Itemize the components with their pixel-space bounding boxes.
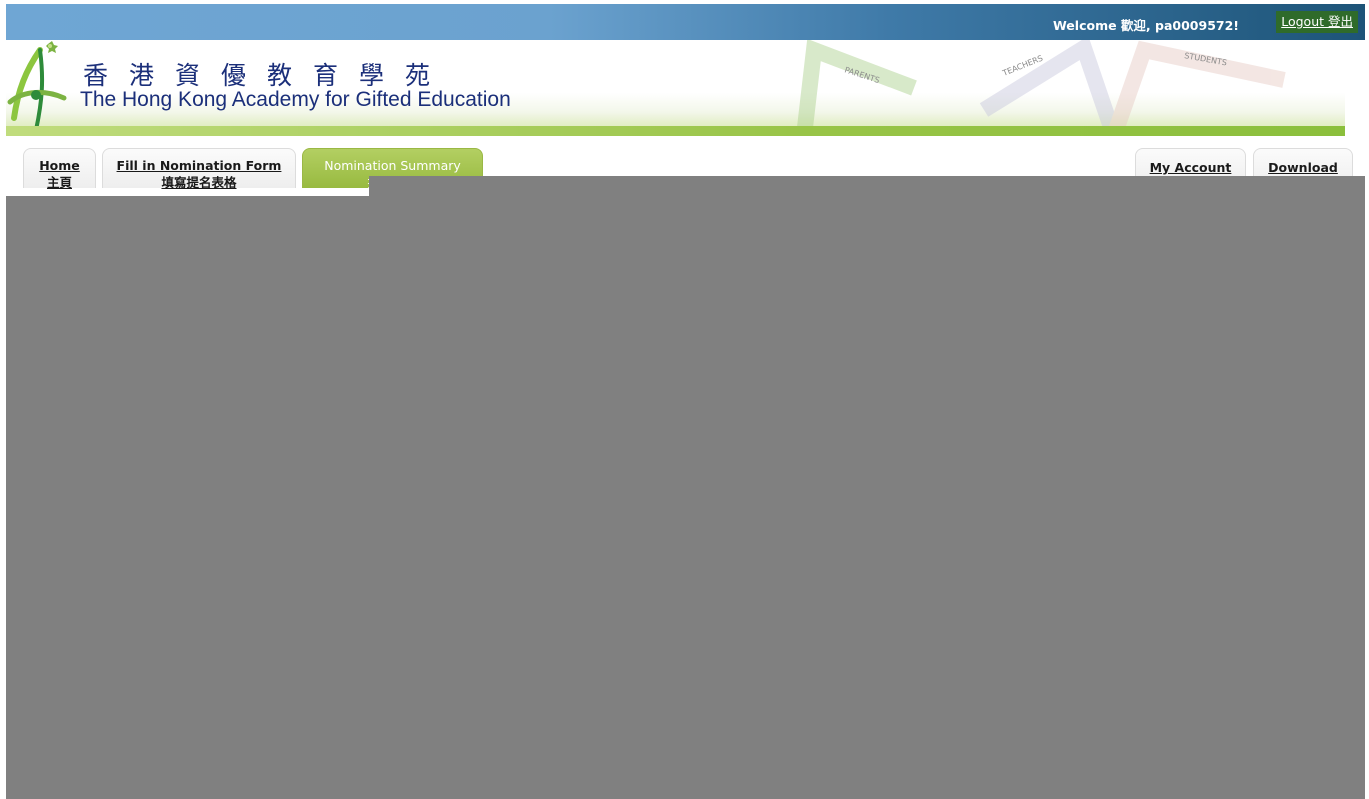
tab-fill-in-nomination-form[interactable]: Fill in Nomination Form 填寫提名表格 — [102, 148, 296, 190]
tab-fill-form-label-cn: 填寫提名表格 — [161, 175, 237, 190]
academy-logo-icon — [7, 41, 67, 132]
tab-home[interactable]: Home 主頁 — [23, 148, 96, 190]
tab-my-account-label: My Account — [1149, 160, 1232, 175]
site-banner: 香港資優教育學苑 The Hong Kong Academy for Gifte… — [6, 40, 1345, 136]
academy-name-chinese: 香港資優教育學苑 — [83, 61, 452, 90]
logout-button[interactable]: Logout 登出 — [1276, 11, 1358, 33]
academy-name-english: The Hong Kong Academy for Gifted Educati… — [80, 88, 511, 111]
tab-download-label: Download — [1268, 160, 1338, 175]
tab-home-label-cn: 主頁 — [46, 175, 72, 190]
tab-home-label-en: Home — [39, 158, 80, 173]
modal-overlay-top — [369, 176, 1365, 196]
welcome-text: Welcome 歡迎, pa0009572! — [1052, 18, 1239, 33]
tab-summary-label-en: Nomination Summary — [324, 158, 461, 173]
top-bar: Welcome 歡迎, pa0009572! Logout 登出 — [6, 4, 1365, 40]
banner-green-stripe — [6, 126, 1345, 136]
banner-triangle-art: PARENTS TEACHERS STUDENTS — [796, 40, 1286, 136]
modal-overlay[interactable] — [6, 196, 1365, 799]
tab-fill-form-label-en: Fill in Nomination Form — [116, 158, 282, 173]
